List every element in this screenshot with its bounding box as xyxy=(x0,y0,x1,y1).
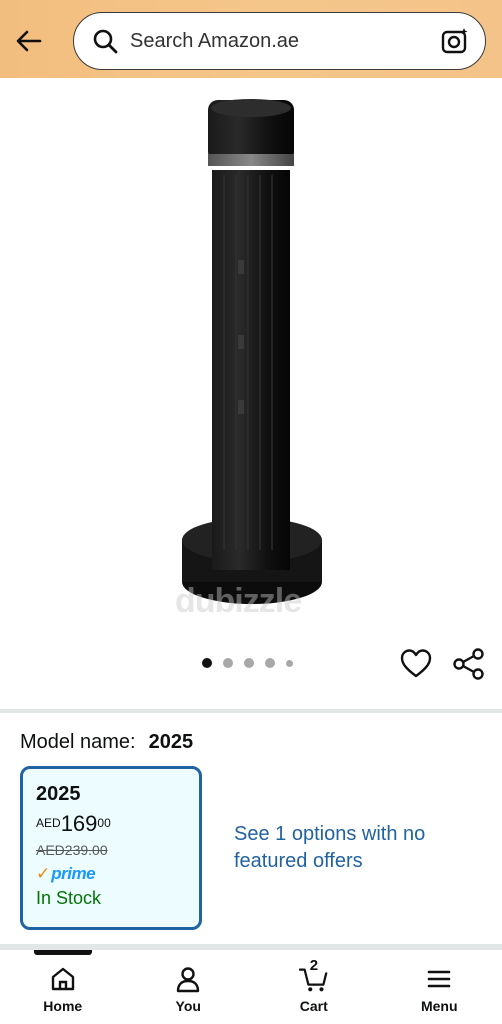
top-header: Search Amazon.ae xyxy=(0,0,502,78)
bottom-navigation: Home You 2 Cart Menu xyxy=(0,950,502,1024)
carousel-dot[interactable] xyxy=(265,658,275,668)
model-name-label: Model name: xyxy=(20,731,136,753)
wishlist-button[interactable] xyxy=(399,647,433,681)
prime-label: prime xyxy=(51,864,96,883)
nav-home-label: Home xyxy=(43,998,83,1014)
variant-price: AED 169 00 xyxy=(36,812,199,836)
nav-menu-label: Menu xyxy=(420,998,458,1014)
cart-count-badge: 2 xyxy=(309,957,319,974)
menu-icon xyxy=(424,964,454,994)
price-whole: 169 xyxy=(60,811,98,836)
prime-badge: ✓ prime xyxy=(36,864,199,884)
carousel-dot[interactable] xyxy=(244,658,254,668)
watermark: dubizzle xyxy=(175,582,302,620)
model-name-value: 2025 xyxy=(148,731,194,753)
carousel-dot[interactable] xyxy=(202,658,212,668)
back-button[interactable] xyxy=(12,24,46,58)
section-divider xyxy=(0,709,502,713)
variant-card-selected[interactable]: 2025 AED 169 00 AED239.00 ✓ prime In Sto… xyxy=(20,766,202,930)
nav-home[interactable]: Home xyxy=(0,950,126,1024)
heart-icon xyxy=(400,649,432,678)
tower-fan-image xyxy=(182,99,322,604)
image-carousel-dots[interactable] xyxy=(202,658,293,668)
price-currency: AED xyxy=(36,816,61,830)
variant-title: 2025 xyxy=(36,783,81,805)
share-button[interactable] xyxy=(452,647,486,681)
search-input[interactable]: Search Amazon.ae xyxy=(130,30,439,53)
price-fraction: 00 xyxy=(97,816,111,830)
carousel-dot[interactable] xyxy=(223,658,233,668)
see-options-link[interactable]: See 1 options with no featured offers xyxy=(234,821,434,875)
list-price: AED239.00 xyxy=(36,842,108,858)
home-icon xyxy=(48,964,78,994)
share-icon xyxy=(453,648,484,680)
model-name-row: Model name: 2025 xyxy=(20,731,193,754)
availability-status: In Stock xyxy=(36,888,102,908)
back-arrow-icon xyxy=(16,30,42,52)
user-icon xyxy=(173,964,203,994)
search-bar[interactable]: Search Amazon.ae xyxy=(73,12,486,70)
search-icon xyxy=(90,26,120,56)
prime-check-icon: ✓ xyxy=(36,864,51,883)
product-image[interactable]: dubizzle xyxy=(0,80,502,640)
camera-search-icon[interactable] xyxy=(439,25,471,57)
nav-cart-label: Cart xyxy=(299,998,328,1014)
nav-menu[interactable]: Menu xyxy=(377,950,502,1024)
carousel-dot[interactable] xyxy=(286,659,293,667)
nav-you[interactable]: You xyxy=(126,950,252,1024)
nav-cart[interactable]: 2 Cart xyxy=(251,950,377,1024)
cart-icon: 2 xyxy=(298,957,329,994)
nav-you-label: You xyxy=(175,998,201,1014)
